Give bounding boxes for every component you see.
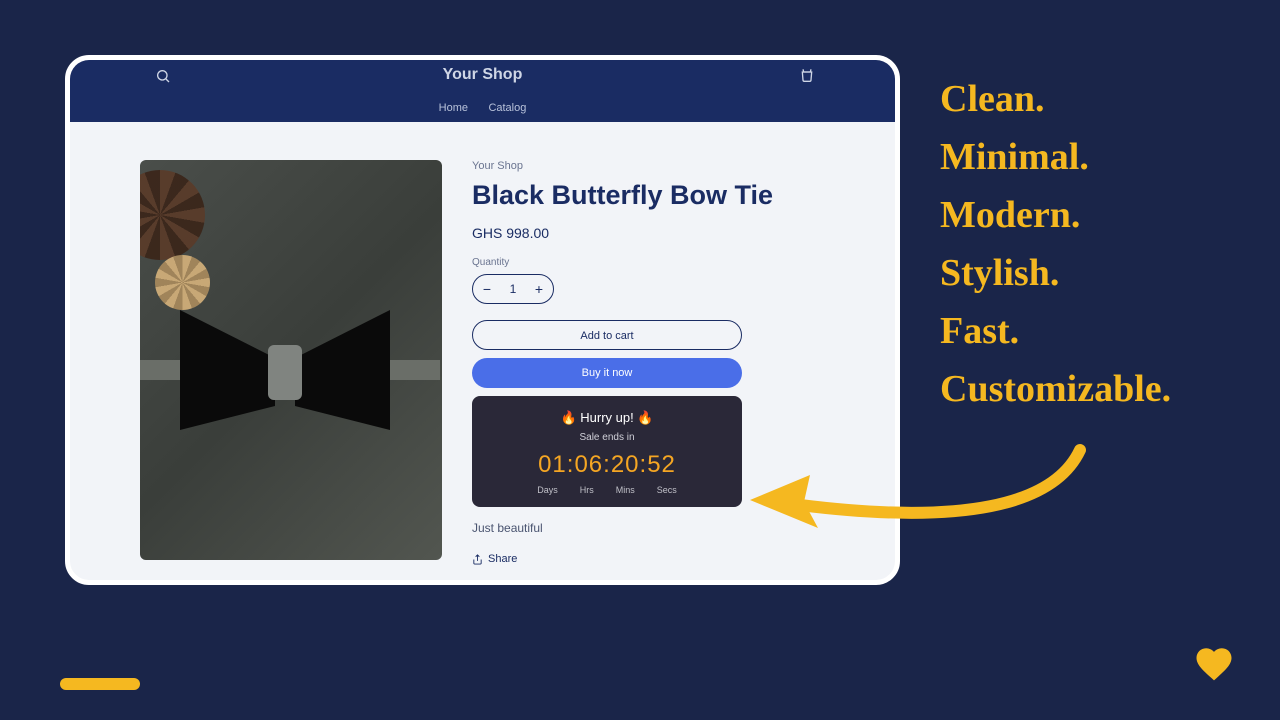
- shop-screenshot-panel: Your Shop Home Catalog Your Shop Black B…: [65, 55, 900, 585]
- label-days: Days: [537, 485, 558, 495]
- product-title: Black Butterfly Bow Tie: [472, 180, 825, 211]
- nav-catalog[interactable]: Catalog: [488, 102, 526, 114]
- quantity-decrease-button[interactable]: −: [473, 281, 501, 297]
- countdown-timer: 01:06:20:52: [488, 451, 726, 479]
- countdown-subtext: Sale ends in: [488, 432, 726, 443]
- countdown-secs: 52: [647, 451, 676, 478]
- product-description: Just beautiful: [472, 521, 825, 535]
- feature-item: Modern.: [940, 186, 1171, 244]
- quantity-label: Quantity: [472, 257, 825, 268]
- product-price: GHS 998.00: [472, 225, 825, 241]
- feature-item: Customizable.: [940, 360, 1171, 418]
- feature-item: Fast.: [940, 302, 1171, 360]
- countdown-labels: Days Hrs Mins Secs: [488, 485, 726, 495]
- bowtie-graphic: [180, 310, 400, 430]
- add-to-cart-button[interactable]: Add to cart: [472, 320, 742, 350]
- cart-icon[interactable]: [799, 68, 815, 89]
- shop-body: Your Shop Black Butterfly Bow Tie GHS 99…: [70, 122, 895, 565]
- shop-title[interactable]: Your Shop: [70, 60, 895, 84]
- quantity-value: 1: [501, 282, 525, 296]
- product-image[interactable]: [140, 160, 442, 560]
- countdown-hrs: 06: [574, 451, 603, 478]
- vendor-name: Your Shop: [472, 160, 825, 172]
- accent-bar: [60, 678, 140, 690]
- countdown-widget: 🔥 Hurry up! 🔥 Sale ends in 01:06:20:52 D…: [472, 396, 742, 507]
- feature-item: Clean.: [940, 70, 1171, 128]
- decoration-ball: [155, 255, 210, 310]
- countdown-headline: 🔥 Hurry up! 🔥: [488, 410, 726, 426]
- decoration-ball: [140, 170, 205, 260]
- share-button[interactable]: Share: [472, 553, 825, 565]
- share-icon: [472, 554, 483, 565]
- product-info: Your Shop Black Butterfly Bow Tie GHS 99…: [472, 160, 825, 565]
- buy-now-button[interactable]: Buy it now: [472, 358, 742, 388]
- quantity-stepper: − 1 +: [472, 274, 554, 304]
- quantity-increase-button[interactable]: +: [525, 281, 553, 297]
- label-mins: Mins: [616, 485, 635, 495]
- share-label: Share: [488, 553, 517, 565]
- feature-item: Stylish.: [940, 244, 1171, 302]
- shop-nav: Home Catalog: [70, 98, 895, 116]
- heart-icon: [1193, 643, 1235, 690]
- nav-home[interactable]: Home: [439, 102, 468, 114]
- shop-header: Your Shop Home Catalog: [70, 60, 895, 122]
- countdown-mins: 20: [611, 451, 640, 478]
- search-icon[interactable]: [155, 68, 171, 89]
- feature-list: Clean. Minimal. Modern. Stylish. Fast. C…: [940, 70, 1171, 418]
- label-hrs: Hrs: [580, 485, 594, 495]
- label-secs: Secs: [657, 485, 677, 495]
- feature-item: Minimal.: [940, 128, 1171, 186]
- countdown-days: 01: [538, 451, 567, 478]
